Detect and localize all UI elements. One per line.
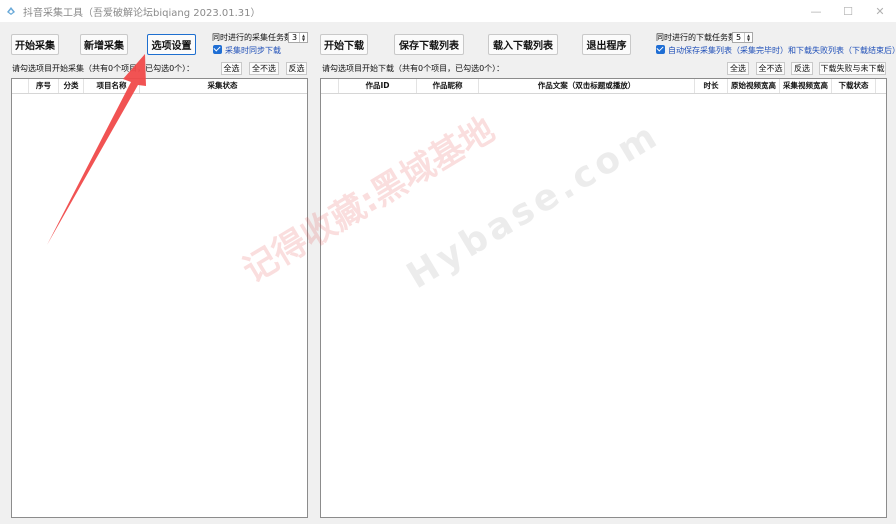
download-table-header: 作品ID 作品昵称 作品文案（双击标题或播放） 时长 原始视频宽高 采集视频宽高… [321,79,886,94]
maximize-button[interactable]: ☐ [832,0,864,22]
save-list-button[interactable]: 保存下载列表 [394,34,464,55]
left-select-none-button[interactable]: 全不选 [249,62,279,75]
download-failed-button[interactable]: 下载失败与未下载 [819,62,886,75]
right-panel-hint: 请勾选项目开始下载（共有0个项目，已勾选0个）： [322,64,505,73]
download-concurrency-label: 同时进行的下载任务数 [656,33,736,42]
download-list-table[interactable]: 作品ID 作品昵称 作品文案（双击标题或播放） 时长 原始视频宽高 采集视频宽高… [320,78,887,518]
left-invert-button[interactable]: 反选 [286,62,307,75]
column-checkbox[interactable] [12,79,29,93]
column-checkbox[interactable] [321,79,339,93]
collect-concurrency-label: 同时进行的采集任务数 [212,33,292,42]
download-concurrency-spinner[interactable]: 5 ▲ ▼ [732,32,753,43]
start-download-button[interactable]: 开始下载 [320,34,368,55]
right-invert-button[interactable]: 反选 [791,62,813,75]
column-header-collected-size[interactable]: 采集视频宽高 [780,79,832,93]
column-header-original-size[interactable]: 原始视频宽高 [728,79,780,93]
add-collect-button[interactable]: 新增采集 [80,34,128,55]
column-header-category[interactable]: 分类 [59,79,84,93]
column-header-work-id[interactable]: 作品ID [339,79,417,93]
collect-concurrency-value: 3 [292,33,298,42]
left-select-all-button[interactable]: 全选 [221,62,242,75]
sync-download-label: 采集时同步下载 [225,46,281,55]
column-header-collect-status[interactable]: 采集状态 [140,79,305,93]
column-header-project-name[interactable]: 项目名称 [84,79,140,93]
title-bar: 抖音采集工具（吾爱破解论坛biqiang 2023.01.31） — ☐ ✕ [0,0,896,22]
spinner-arrows-icon[interactable]: ▲ ▼ [299,33,307,42]
minimize-button[interactable]: — [800,0,832,22]
collect-concurrency-spinner[interactable]: 3 ▲ ▼ [288,32,308,43]
options-button[interactable]: 选项设置 [147,34,196,55]
right-select-none-button[interactable]: 全不选 [756,62,785,75]
collect-table-header: 序号 分类 项目名称 采集状态 [12,79,307,94]
autosave-checkbox[interactable] [656,45,665,54]
start-collect-button[interactable]: 开始采集 [11,34,59,55]
column-header-work-caption[interactable]: 作品文案（双击标题或播放） [479,79,695,93]
app-icon [7,7,15,15]
spinner-arrows-icon[interactable]: ▲ ▼ [744,33,752,42]
sync-download-checkbox[interactable] [213,45,222,54]
load-list-button[interactable]: 载入下载列表 [488,34,558,55]
column-header-index[interactable]: 序号 [29,79,59,93]
download-concurrency-value: 5 [736,33,742,42]
exit-button[interactable]: 退出程序 [582,34,631,55]
right-select-all-button[interactable]: 全选 [727,62,749,75]
window-title: 抖音采集工具（吾爱破解论坛biqiang 2023.01.31） [23,7,261,19]
close-button[interactable]: ✕ [864,0,896,22]
autosave-label: 自动保存采集列表（采集完毕时）和下载失败列表（下载结束后） [668,46,896,55]
column-header-work-nickname[interactable]: 作品昵称 [417,79,479,93]
left-panel-hint: 请勾选项目开始采集（共有0个项目，已勾选0个）： [12,64,195,73]
column-header-duration[interactable]: 时长 [695,79,728,93]
column-header-download-status[interactable]: 下载状态 [832,79,876,93]
collect-list-table[interactable]: 序号 分类 项目名称 采集状态 [11,78,308,518]
